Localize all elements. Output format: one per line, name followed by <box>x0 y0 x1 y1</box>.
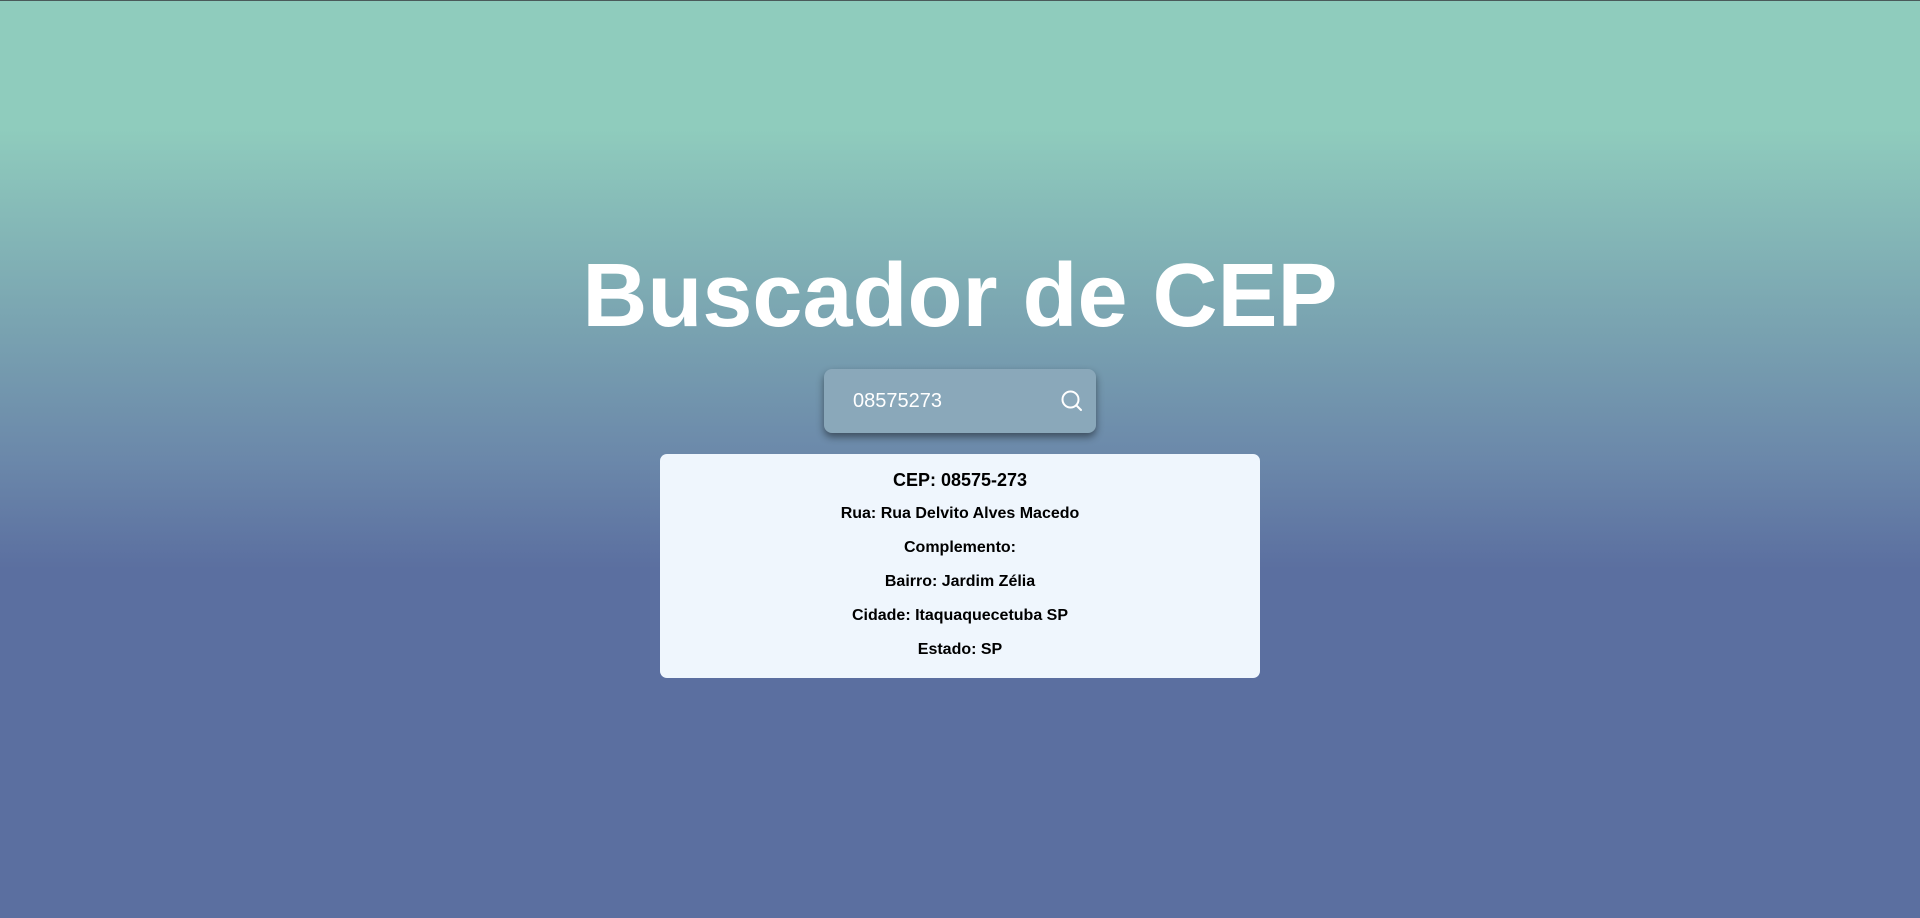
result-card: CEP: 08575-273 Rua: Rua Delvito Alves Ma… <box>660 454 1260 678</box>
search-input[interactable] <box>853 389 1053 413</box>
complemento-line: Complemento: <box>904 539 1016 556</box>
page-title: Buscador de CEP <box>582 246 1338 346</box>
search-box <box>824 369 1096 433</box>
rua-line: Rua: Rua Delvito Alves Macedo <box>840 505 1080 522</box>
bairro-line: Bairro: Jardim Zélia <box>884 573 1036 590</box>
search-icon <box>1061 390 1082 411</box>
cidade-line: Cidade: Itaquaquecetuba SP <box>851 607 1069 624</box>
cep-value: CEP: 08575-273 <box>892 470 1028 490</box>
search-button[interactable] <box>1058 387 1086 415</box>
estado-line: Estado: SP <box>917 641 1003 658</box>
